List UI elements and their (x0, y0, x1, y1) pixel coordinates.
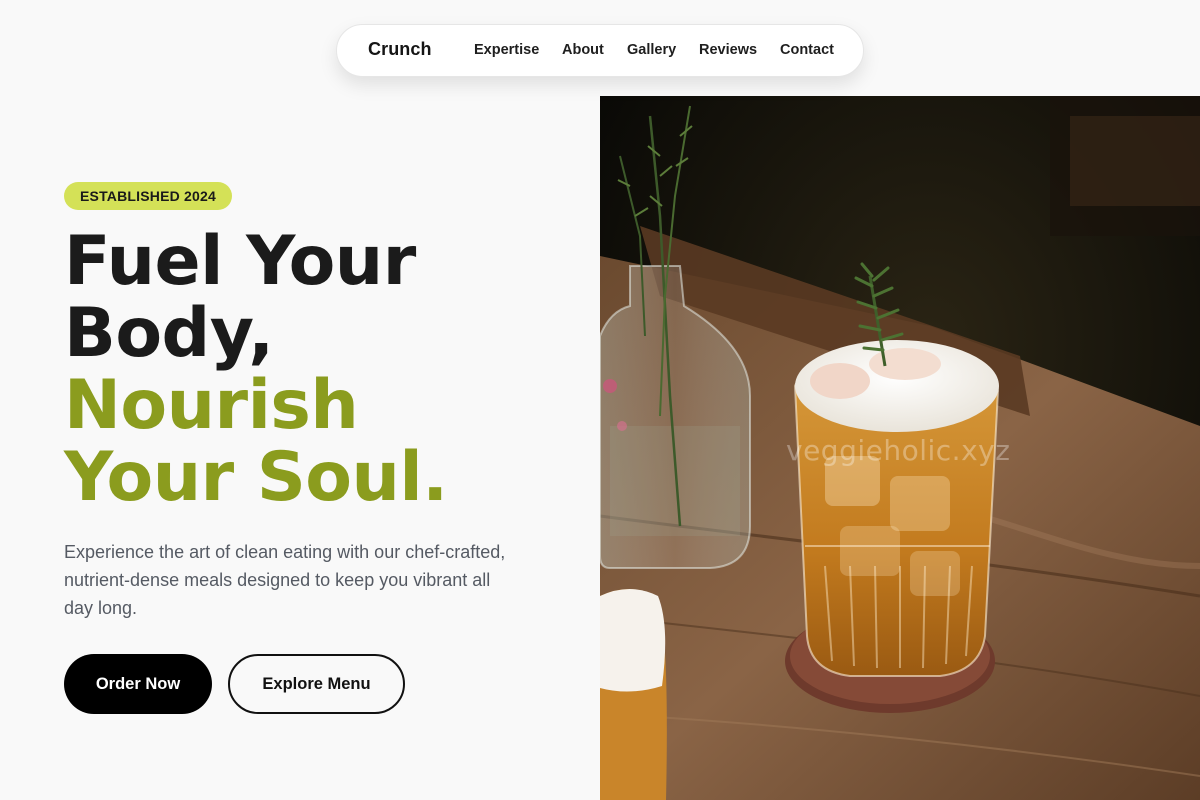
headline-line-2: Body, (64, 294, 274, 373)
top-nav: Crunch Expertise About Gallery Reviews C… (336, 24, 864, 77)
headline-line-3: Nourish (64, 366, 359, 445)
hero-headline: Fuel Your Body, Nourish Your Soul. (64, 226, 584, 514)
nav-link-reviews[interactable]: Reviews (699, 42, 757, 58)
image-watermark: veggieholic.xyz (786, 434, 1011, 467)
nav-link-about[interactable]: About (562, 42, 604, 58)
hero-drink-image: veggieholic.xyz (600, 96, 1200, 800)
order-now-button[interactable]: Order Now (64, 654, 212, 714)
explore-menu-button[interactable]: Explore Menu (228, 654, 405, 714)
nav-link-gallery[interactable]: Gallery (627, 42, 676, 58)
nav-link-expertise[interactable]: Expertise (474, 42, 539, 58)
brand-logo[interactable]: Crunch (368, 39, 432, 60)
hero-description: Experience the art of clean eating with … (64, 542, 506, 618)
headline-line-1: Fuel Your (64, 222, 416, 301)
nav-link-contact[interactable]: Contact (780, 42, 834, 58)
headline-line-4: Your Soul. (64, 438, 448, 517)
established-badge: ESTABLISHED 2024 (64, 182, 232, 210)
